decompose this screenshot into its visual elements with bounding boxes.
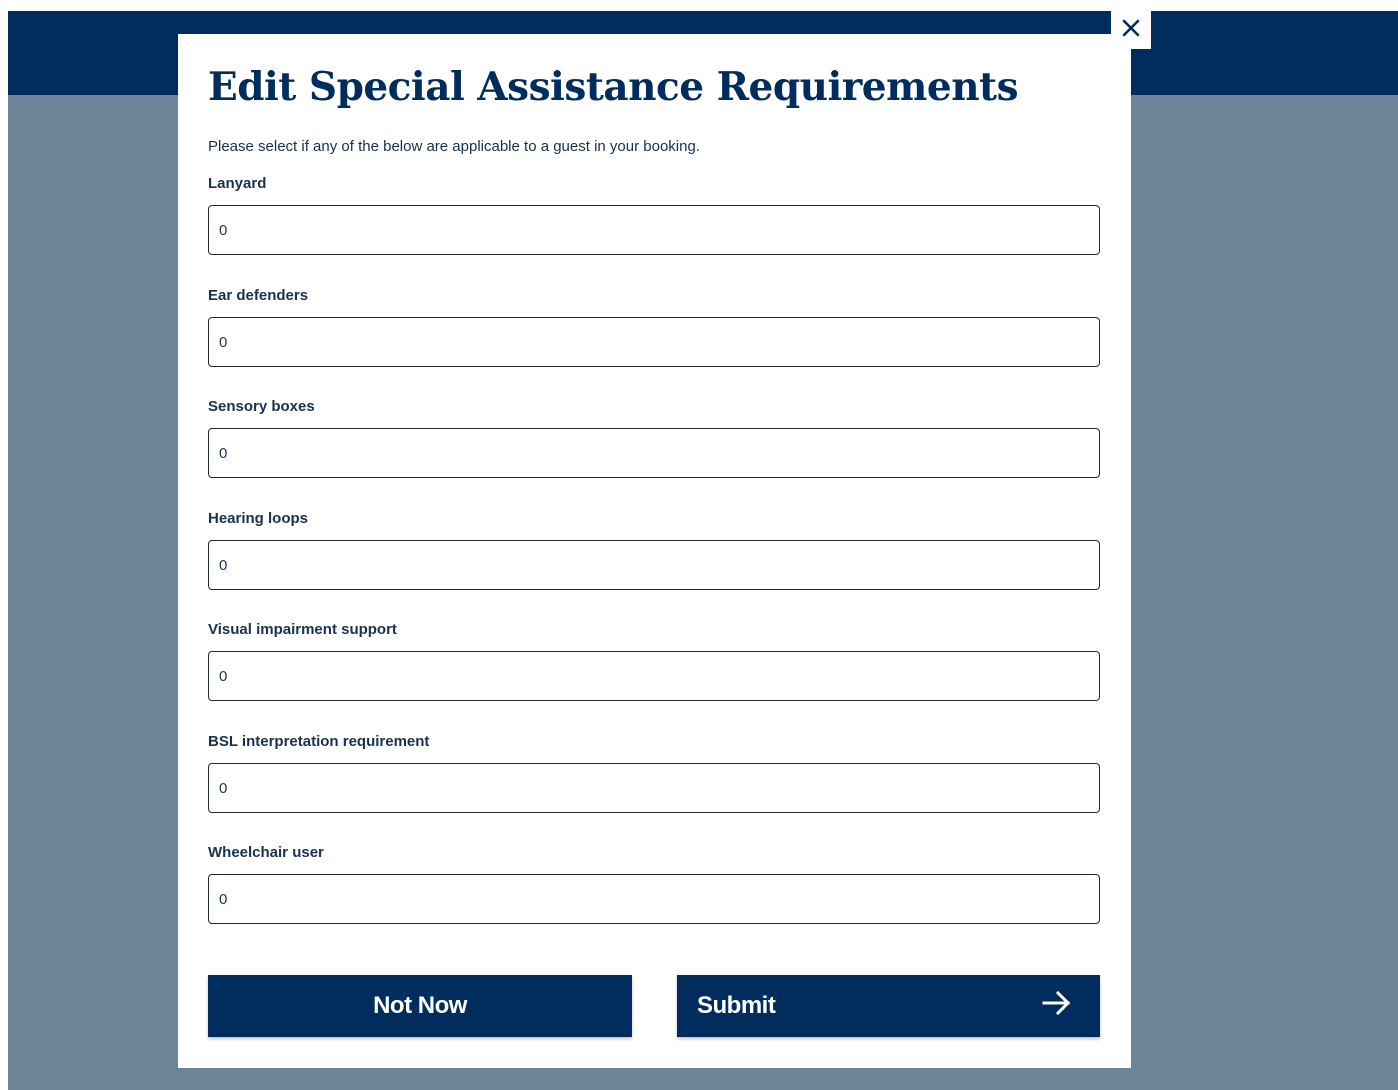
special-assistance-modal: Edit Special Assistance Requirements Ple… [178, 34, 1131, 1068]
wheelchair-user-input[interactable] [208, 874, 1100, 924]
not-now-button[interactable]: Not Now [208, 975, 632, 1037]
field-label-bsl-interpretation: BSL interpretation requirement [208, 733, 430, 750]
modal-title: Edit Special Assistance Requirements [208, 64, 1019, 110]
lanyard-input[interactable] [208, 205, 1100, 255]
arrow-right-icon [1042, 990, 1072, 1023]
field-lanyard: Lanyard [208, 175, 1100, 255]
close-icon [1122, 19, 1140, 42]
field-label-hearing-loops: Hearing loops [208, 510, 309, 527]
submit-button[interactable]: Submit [677, 975, 1100, 1037]
field-label-ear-defenders: Ear defenders [208, 287, 309, 304]
close-button[interactable] [1111, 11, 1151, 49]
field-label-visual-impairment-support: Visual impairment support [208, 621, 397, 638]
field-ear-defenders: Ear defenders [208, 287, 1100, 367]
field-hearing-loops: Hearing loops [208, 510, 1100, 590]
not-now-label: Not Now [373, 992, 467, 1019]
bsl-interpretation-input[interactable] [208, 763, 1100, 813]
ear-defenders-input[interactable] [208, 317, 1100, 367]
field-sensory-boxes: Sensory boxes [208, 398, 1100, 478]
field-label-sensory-boxes: Sensory boxes [208, 398, 315, 415]
sensory-boxes-input[interactable] [208, 428, 1100, 478]
visual-impairment-support-input[interactable] [208, 651, 1100, 701]
field-wheelchair-user: Wheelchair user [208, 844, 1100, 924]
field-visual-impairment-support: Visual impairment support [208, 621, 1100, 701]
field-label-lanyard: Lanyard [208, 175, 267, 192]
field-label-wheelchair-user: Wheelchair user [208, 844, 324, 861]
field-bsl-interpretation: BSL interpretation requirement [208, 733, 1100, 813]
submit-label: Submit [697, 992, 776, 1019]
modal-intro-text: Please select if any of the below are ap… [208, 138, 700, 155]
hearing-loops-input[interactable] [208, 540, 1100, 590]
